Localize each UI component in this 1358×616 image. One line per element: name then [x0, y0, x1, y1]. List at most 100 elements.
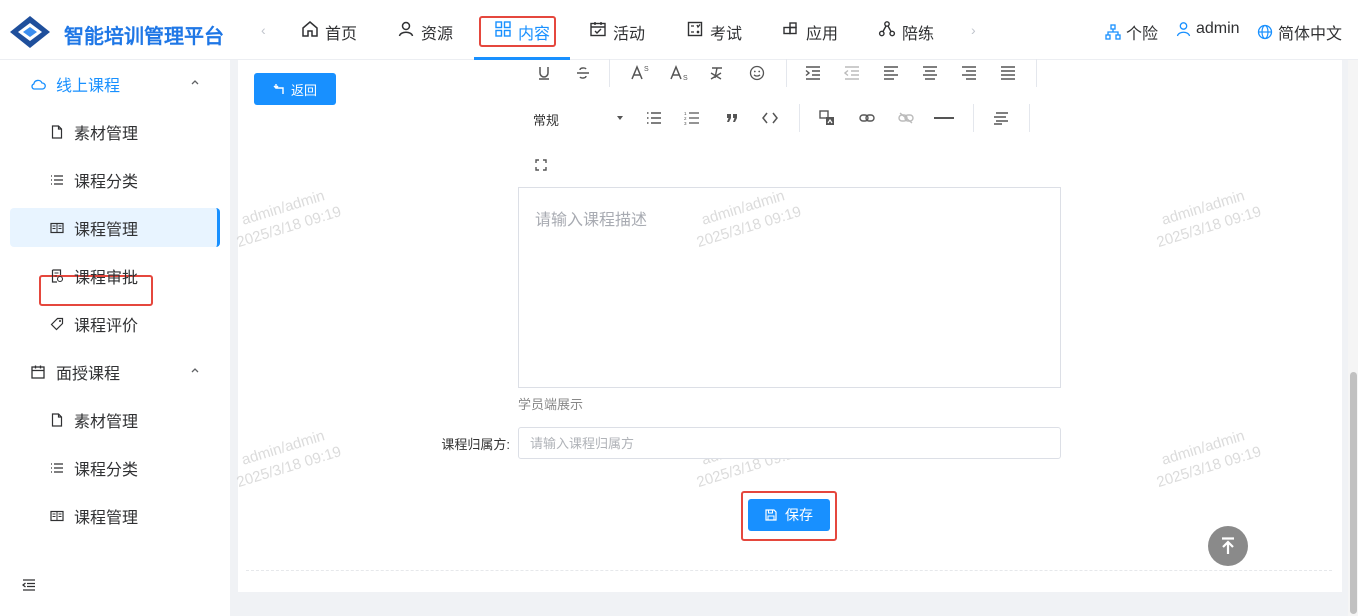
back-to-top-button[interactable]: [1208, 526, 1248, 566]
horizontal-rule-icon[interactable]: [932, 106, 956, 130]
nav-resources[interactable]: 资源: [397, 16, 453, 60]
nav-content-label: 内容: [518, 26, 551, 43]
code-icon[interactable]: [758, 106, 782, 130]
sidebar-item-online-approval[interactable]: 课程审批: [10, 257, 220, 295]
nav-apps[interactable]: 应用: [782, 16, 838, 60]
sidebar-item-label: 课程审批: [74, 270, 139, 287]
back-button-label: 返回: [290, 82, 317, 98]
nav-content[interactable]: 内容: [494, 16, 550, 60]
save-button-label: 保存: [785, 507, 813, 523]
align-right-icon[interactable]: [957, 61, 981, 85]
language-switcher[interactable]: 简体中文: [1257, 20, 1342, 44]
app-title: 智能培训管理平台: [64, 26, 224, 48]
emoji-icon[interactable]: [745, 61, 769, 85]
sidebar-group-online-courses[interactable]: 线上课程: [0, 60, 230, 108]
collapse-sidebar-icon[interactable]: [22, 578, 36, 592]
nav-apps-label: 应用: [806, 26, 839, 43]
list-icon: [51, 175, 63, 185]
toolbar-separator: [973, 104, 974, 132]
heading-select[interactable]: 常规: [533, 110, 623, 130]
nav-practice[interactable]: 陪练: [878, 16, 934, 60]
exam-icon: [687, 21, 703, 37]
outdent-icon[interactable]: [840, 61, 864, 85]
sidebar-item-label: 课程评价: [74, 318, 139, 335]
back-arrow-icon: [273, 84, 284, 94]
org-name: 个险: [1126, 26, 1159, 43]
clear-format-icon[interactable]: [705, 61, 729, 85]
svg-text:S: S: [683, 75, 688, 81]
language-label: 简体中文: [1278, 26, 1343, 43]
nav-scroll-left-icon[interactable]: ‹: [261, 22, 266, 38]
file-icon: [51, 125, 63, 139]
image-icon[interactable]: [815, 106, 839, 130]
nav-scroll-right-icon[interactable]: ›: [971, 22, 976, 38]
sidebar-item-online-materials[interactable]: 素材管理: [10, 113, 220, 151]
nav-exams[interactable]: 考试: [686, 16, 742, 60]
back-button[interactable]: 返回: [254, 73, 336, 105]
globe-icon: [1257, 24, 1273, 40]
book-open-icon: [50, 510, 64, 522]
align-justify-icon[interactable]: [996, 61, 1020, 85]
sidebar-item-offline-categories[interactable]: 课程分类: [10, 449, 220, 487]
align-center-icon[interactable]: [918, 61, 942, 85]
tag-icon: [50, 317, 64, 331]
sidebar-item-label: 素材管理: [74, 414, 139, 431]
toolbar-separator: [1029, 104, 1030, 132]
caret-down-icon: [617, 116, 623, 120]
sidebar-group-label: 面授课程: [56, 366, 121, 383]
top-navbar: 智能培训管理平台 ‹ 首页 资源 内容 活动 考试 应用 陪练 › 个险 adm…: [0, 0, 1358, 60]
file-icon: [51, 413, 63, 427]
link-icon[interactable]: [855, 106, 879, 130]
sidebar-item-label: 素材管理: [74, 126, 139, 143]
scrollbar-thumb[interactable]: [1350, 372, 1357, 614]
logo-icon: [10, 16, 50, 48]
bullet-list-icon[interactable]: [642, 106, 666, 130]
user-menu[interactable]: admin: [1176, 20, 1240, 38]
toolbar-separator: [786, 59, 787, 87]
underline-icon[interactable]: [532, 61, 556, 85]
subscript-icon[interactable]: S: [667, 61, 691, 85]
nav-resources-label: 资源: [421, 26, 454, 43]
toolbar-separator: [609, 59, 610, 87]
unlink-icon[interactable]: [894, 106, 918, 130]
nav-home[interactable]: 首页: [301, 16, 357, 60]
course-description-editor[interactable]: 请输入课程描述: [518, 187, 1061, 388]
sidebar-item-offline-course-management[interactable]: 课程管理: [10, 497, 220, 535]
save-icon: [765, 509, 777, 521]
save-button[interactable]: 保存: [748, 499, 830, 531]
fullscreen-icon[interactable]: [529, 153, 553, 177]
numbered-list-icon[interactable]: 123: [680, 106, 704, 130]
indent-icon[interactable]: [801, 61, 825, 85]
sidebar-item-online-categories[interactable]: 课程分类: [10, 161, 220, 199]
line-height-icon[interactable]: [989, 106, 1013, 130]
divider: [246, 570, 1332, 571]
chevron-up-icon: [191, 368, 199, 373]
sidebar-item-offline-materials[interactable]: 素材管理: [10, 401, 220, 439]
nav-practice-label: 陪练: [902, 26, 935, 43]
user-icon: [1176, 22, 1191, 37]
org-switcher[interactable]: 个险: [1105, 20, 1158, 44]
sidebar-item-label: 课程管理: [74, 510, 139, 527]
sidebar-item-online-evaluation[interactable]: 课程评价: [10, 305, 220, 343]
nav-home-label: 首页: [325, 26, 358, 43]
sidebar-item-label: 课程管理: [74, 221, 139, 239]
calendar-icon: [31, 365, 45, 379]
editor-hint: 学员端展示: [518, 397, 584, 412]
home-icon: [302, 21, 318, 37]
chevron-up-icon: [191, 80, 199, 85]
strikethrough-icon[interactable]: [571, 61, 595, 85]
blockquote-icon[interactable]: [720, 106, 744, 130]
sidebar-group-label: 线上课程: [56, 78, 121, 95]
sidebar-group-offline-courses[interactable]: 面授课程: [0, 348, 230, 396]
book-open-icon: [50, 222, 64, 233]
sidebar-item-label: 课程分类: [74, 462, 139, 479]
course-owner-input[interactable]: [518, 427, 1061, 459]
superscript-icon[interactable]: S: [628, 61, 652, 85]
toolbar-separator: [799, 104, 800, 132]
svg-text:S: S: [644, 66, 649, 73]
align-left-icon[interactable]: [879, 61, 903, 85]
sidebar-item-online-course-management[interactable]: 课程管理: [10, 208, 220, 247]
apps-icon: [783, 22, 797, 35]
list-icon: [51, 463, 63, 473]
nav-activities[interactable]: 活动: [589, 16, 645, 60]
